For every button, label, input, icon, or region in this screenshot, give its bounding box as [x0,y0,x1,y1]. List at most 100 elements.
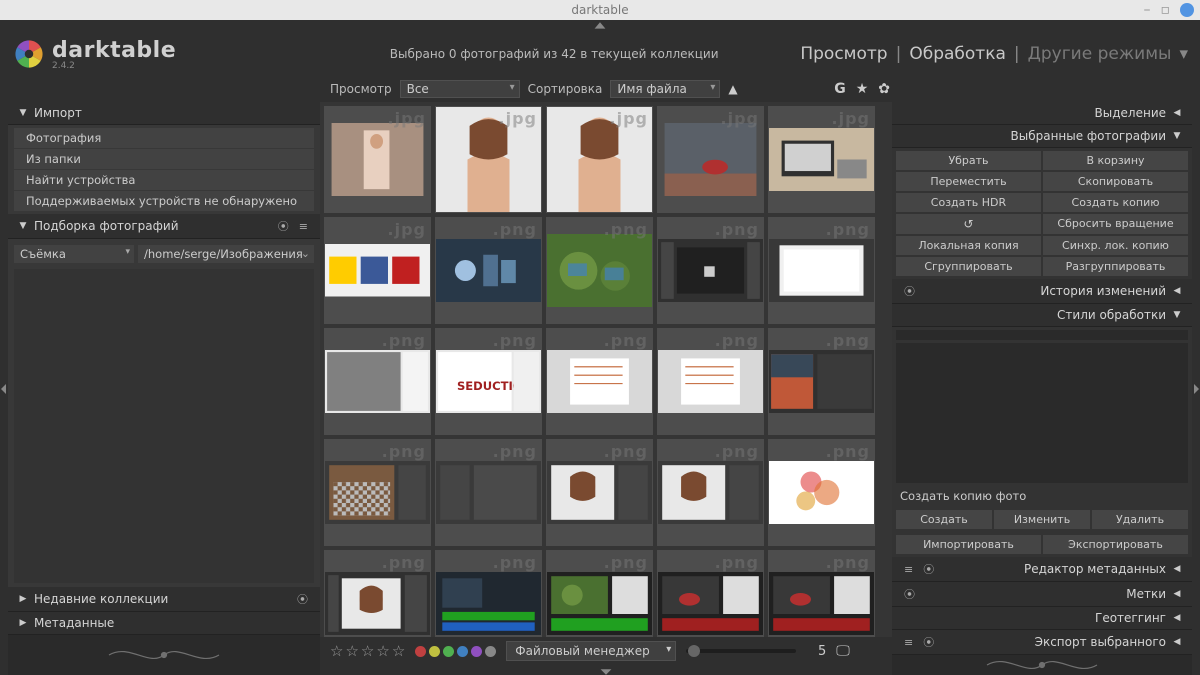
thumbnail[interactable]: .png [435,550,542,637]
styles-list[interactable] [896,343,1188,483]
btn-trash[interactable]: В корзину [1043,151,1188,170]
thumbnail[interactable]: .png [657,328,764,435]
btn-group[interactable]: Сгруппировать [896,257,1041,276]
star-icon[interactable]: ☆ [330,642,343,660]
styles-search[interactable] [896,330,1188,340]
thumbnail[interactable]: .png [768,328,875,435]
btn-move[interactable]: Переместить [896,172,1041,191]
color-dot[interactable] [485,646,496,657]
btn-reset-rotation[interactable]: Сбросить вращение [1043,214,1188,234]
btn-sync-local[interactable]: Синхр. лок. копию [1043,236,1188,255]
reset-icon[interactable]: ⦿ [904,586,915,602]
thumbnail[interactable]: .png SEDUCTION [435,328,542,435]
btn-duplicate[interactable]: Создать копию [1043,193,1188,212]
btn-style-delete[interactable]: Удалить [1092,510,1188,529]
color-dot[interactable] [457,646,468,657]
reset-icon[interactable]: ⦿ [278,218,289,234]
thumbnail[interactable]: .jpg [435,106,542,213]
module-collect-header[interactable]: ▼ Подборка фотографий ⦿ ≡ [8,214,320,239]
thumbnail[interactable]: .jpg [546,106,653,213]
btn-rotate-ccw[interactable]: ↺ [896,214,1041,234]
btn-style-create[interactable]: Создать [896,510,992,529]
layout-mode-dropdown[interactable]: Файловый менеджер [506,641,676,661]
module-styles-header[interactable]: Стили обработки ▼ [892,304,1192,327]
tab-lighttable[interactable]: Просмотр [796,44,891,64]
color-dot[interactable] [443,646,454,657]
collect-results[interactable] [14,269,314,583]
star-icon[interactable]: ☆ [345,642,358,660]
module-import-header[interactable]: ▼ Импорт [8,102,320,125]
color-dot[interactable] [415,646,426,657]
thumbnail[interactable]: .png [768,217,875,324]
thumbnail[interactable]: .png [324,439,431,546]
thumbnail[interactable]: .png [324,550,431,637]
menu-icon[interactable]: ≡ [904,563,913,576]
module-export-header[interactable]: ≡ ⦿ Экспорт выбранного ◀ [892,630,1192,655]
tab-darkroom[interactable]: Обработка [905,44,1010,64]
panel-collapse-right[interactable] [1192,102,1200,675]
btn-hdr[interactable]: Создать HDR [896,193,1041,212]
btn-ungroup[interactable]: Разгруппировать [1043,257,1188,276]
module-geo-header[interactable]: Геотеггинг ◀ [892,607,1192,630]
color-dot[interactable] [429,646,440,657]
star-icon[interactable]: ☆ [376,642,389,660]
filter-view-dropdown[interactable]: Все [400,80,520,98]
star-icon[interactable]: ☆ [392,642,405,660]
collect-rule-type[interactable]: Съёмка [14,245,134,263]
import-item[interactable]: Из папки [14,149,314,169]
thumbnail[interactable]: .png [657,439,764,546]
panel-collapse-bottom[interactable] [320,665,892,675]
btn-style-import[interactable]: Импортировать [896,535,1041,554]
thumbnail[interactable]: .png [435,217,542,324]
module-history-header[interactable]: ⦿ История изменений ◀ [892,279,1192,304]
reset-icon[interactable]: ⦿ [904,283,915,299]
display-icon[interactable]: 🖵 [836,643,850,659]
thumbnail[interactable]: .png [546,439,653,546]
btn-remove[interactable]: Убрать [896,151,1041,170]
module-tags-header[interactable]: ⦿ Метки ◀ [892,582,1192,607]
thumbnail[interactable]: .png [546,328,653,435]
chevron-down-icon[interactable]: ▾ [1179,44,1188,64]
group-icon[interactable]: G [834,81,846,97]
thumbnail[interactable]: .png [546,550,653,637]
thumbnail[interactable]: .jpg [768,106,875,213]
reset-icon[interactable]: ⦿ [923,634,934,650]
thumbnail[interactable]: .png [324,328,431,435]
filter-sort-dropdown[interactable]: Имя файла [610,80,720,98]
thumbnail[interactable]: .jpg [324,106,431,213]
collect-rule-path[interactable]: /home/serge/Изображения [138,245,314,263]
btn-copy[interactable]: Скопировать [1043,172,1188,191]
import-item[interactable]: Найти устройства [14,170,314,190]
module-recent-header[interactable]: ▶ Недавние коллекции ⦿ [8,587,320,612]
rating-stars[interactable]: ☆ ☆ ☆ ☆ ☆ [330,642,405,660]
reset-icon[interactable]: ⦿ [297,591,308,607]
thumbnail[interactable]: .png [435,439,542,546]
thumbnail[interactable]: .jpg [324,217,431,324]
module-select-header[interactable]: Выделение ◀ [892,102,1192,125]
thumbnail-grid[interactable]: .jpg .jpg .jpg .jpg .jpg [320,102,892,637]
minimize-icon[interactable]: – [1144,5,1151,15]
panel-collapse-top[interactable] [0,20,1200,32]
module-meta-editor-header[interactable]: ≡ ⦿ Редактор метаданных ◀ [892,557,1192,582]
import-item[interactable]: Фотография [14,128,314,148]
btn-style-edit[interactable]: Изменить [994,510,1090,529]
thumbnail[interactable]: .png [768,439,875,546]
gear-icon[interactable]: ✿ [878,81,890,97]
btn-style-export[interactable]: Экспортировать [1043,535,1188,554]
menu-icon[interactable]: ≡ [904,636,913,649]
thumbnail[interactable]: .png [546,217,653,324]
color-dot[interactable] [471,646,482,657]
thumbnail[interactable]: .jpg [657,106,764,213]
star-icon[interactable]: ★ [856,81,869,97]
module-metadata-header[interactable]: ▶ Метаданные [8,612,320,635]
thumbnail[interactable]: .png [657,217,764,324]
sort-direction-icon[interactable]: ▲ [728,82,742,96]
reset-icon[interactable]: ⦿ [923,561,934,577]
panel-collapse-left[interactable] [0,102,8,675]
thumbnail[interactable]: .png [657,550,764,637]
menu-icon[interactable]: ≡ [299,220,308,233]
star-icon[interactable]: ☆ [361,642,374,660]
maximize-icon[interactable]: ▫ [1161,5,1171,15]
module-selected-header[interactable]: Выбранные фотографии ▼ [892,125,1192,148]
tab-other-modes[interactable]: Другие режимы [1024,44,1176,64]
